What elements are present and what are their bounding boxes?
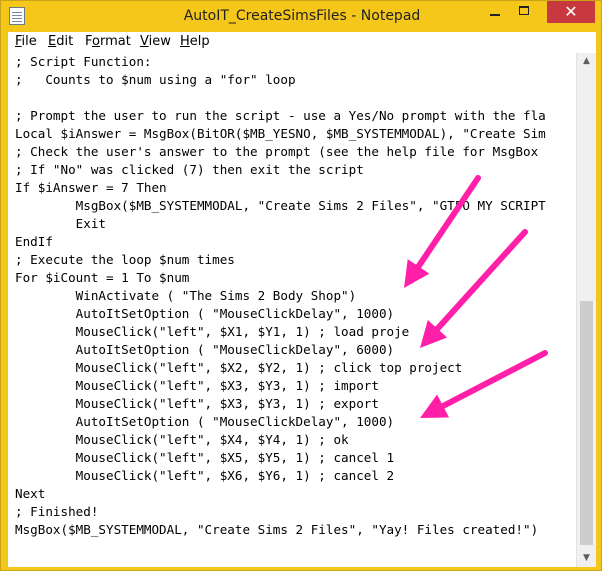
title-bar[interactable]: AutoIT_CreateSimsFiles - Notepad ✕ xyxy=(1,1,602,32)
code-line: ; Execute the loop $num times xyxy=(15,252,235,267)
code-line: WinActivate ( "The Sims 2 Body Shop") xyxy=(15,288,357,303)
code-line: If $iAnswer = 7 Then xyxy=(15,180,167,195)
code-line: MouseClick("left", $X6, $Y6, 1) ; cancel… xyxy=(15,468,395,483)
code-line: MsgBox($MB_SYSTEMMODAL, "Create Sims 2 F… xyxy=(15,522,539,537)
scroll-up-icon[interactable]: ▲ xyxy=(577,53,596,70)
vertical-scrollbar[interactable]: ▲ ▼ xyxy=(576,53,596,567)
code-line: ; If "No" was clicked (7) then exit the … xyxy=(15,162,364,177)
scroll-down-icon[interactable]: ▼ xyxy=(577,550,596,567)
menu-view[interactable]: View xyxy=(140,34,171,49)
code-line: For $iCount = 1 To $num xyxy=(15,270,190,285)
maximize-button[interactable] xyxy=(511,1,539,23)
code-line: AutoItSetOption ( "MouseClickDelay", 600… xyxy=(15,342,395,357)
text-editor[interactable]: ; Script Function: ; Counts to $num using… xyxy=(8,53,596,567)
code-line: AutoItSetOption ( "MouseClickDelay", 100… xyxy=(15,306,395,321)
code-line: EndIf xyxy=(15,234,53,249)
code-line: MouseClick("left", $X3, $Y3, 1) ; import xyxy=(15,378,379,393)
code-line: ; Counts to $num using a "for" loop xyxy=(15,72,296,87)
code-line: ; Script Function: xyxy=(15,54,152,69)
code-line: MouseClick("left", $X5, $Y5, 1) ; cancel… xyxy=(15,450,395,465)
code-line: ; Check the user's answer to the prompt … xyxy=(15,144,539,159)
code-line: ; Prompt the user to run the script - us… xyxy=(15,108,546,123)
menu-file[interactable]: File xyxy=(15,34,37,49)
code-line: MouseClick("left", $X4, $Y4, 1) ; ok xyxy=(15,432,349,447)
maximize-icon xyxy=(519,6,529,15)
menu-bar: File Edit Format View Help xyxy=(8,32,596,54)
code-line: MouseClick("left", $X2, $Y2, 1) ; click … xyxy=(15,360,463,375)
menu-help[interactable]: Help xyxy=(180,34,210,49)
minimize-button[interactable] xyxy=(481,1,509,23)
code-line: MouseClick("left", $X3, $Y3, 1) ; export xyxy=(15,396,379,411)
code-line: ; Finished! xyxy=(15,504,99,519)
code-line: Exit xyxy=(15,216,106,231)
close-icon: ✕ xyxy=(564,2,578,21)
minimize-icon xyxy=(490,14,500,16)
code-line: MouseClick("left", $X1, $Y1, 1) ; load p… xyxy=(15,324,410,339)
code-line: MsgBox($MB_SYSTEMMODAL, "Create Sims 2 F… xyxy=(15,198,546,213)
close-button[interactable]: ✕ xyxy=(547,1,595,23)
scrollbar-thumb[interactable] xyxy=(580,301,593,545)
code-line: AutoItSetOption ( "MouseClickDelay", 100… xyxy=(15,414,395,429)
menu-format[interactable]: Format xyxy=(85,34,131,49)
editor-text[interactable]: ; Script Function: ; Counts to $num using… xyxy=(15,53,546,539)
menu-edit[interactable]: Edit xyxy=(48,34,73,49)
notepad-window: AutoIT_CreateSimsFiles - Notepad ✕ File … xyxy=(0,0,602,571)
code-line: Local $iAnswer = MsgBox(BitOR($MB_YESNO,… xyxy=(15,126,546,141)
code-line: Next xyxy=(15,486,46,501)
